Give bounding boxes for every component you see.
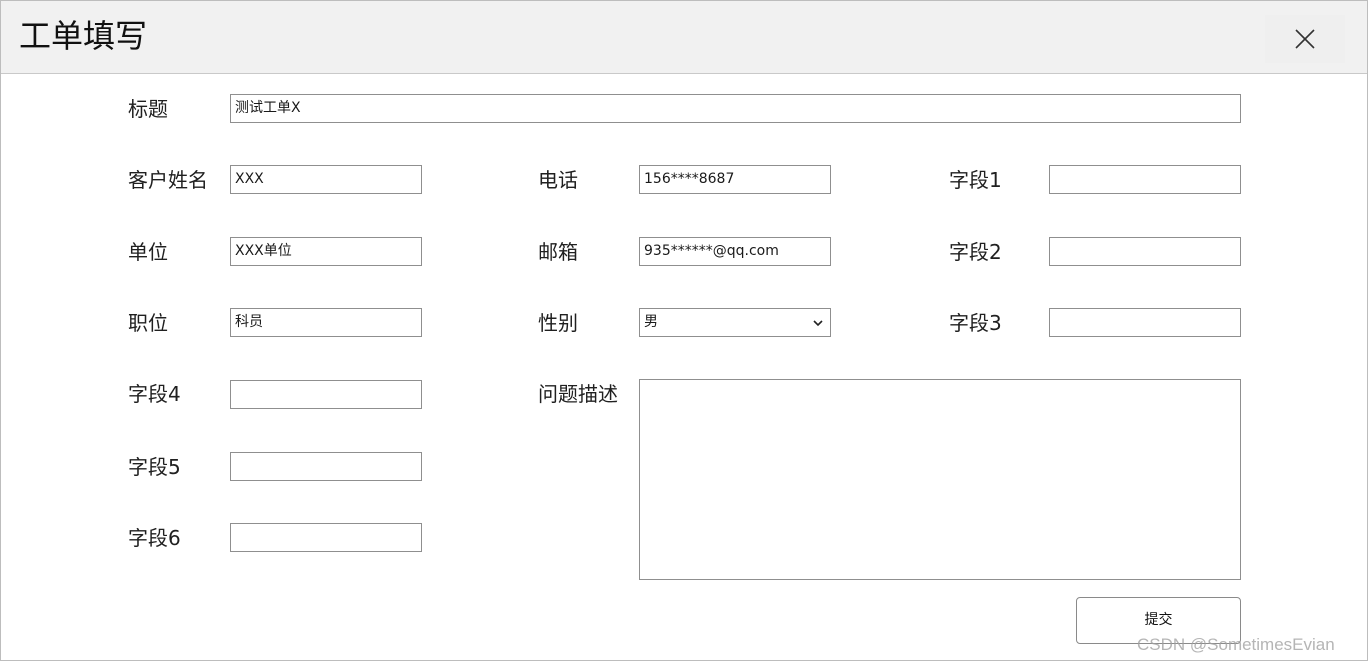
phone-label: 电话: [538, 168, 578, 192]
position-input[interactable]: 科员: [230, 308, 422, 337]
field5-input[interactable]: [230, 452, 422, 481]
position-label: 职位: [128, 311, 168, 335]
title-input[interactable]: 测试工单X: [230, 94, 1241, 123]
field4-input[interactable]: [230, 380, 422, 409]
dialog-title: 工单填写: [19, 17, 148, 55]
gender-selected-value: 男: [644, 314, 658, 330]
field6-input[interactable]: [230, 523, 422, 552]
field1-input[interactable]: [1049, 165, 1241, 194]
field2-input[interactable]: [1049, 237, 1241, 266]
description-label: 问题描述: [538, 382, 618, 406]
email-input[interactable]: 935******@qq.com: [639, 237, 831, 266]
field4-label: 字段4: [128, 382, 181, 406]
watermark: CSDN @SometimesEvian: [1137, 635, 1335, 654]
chevron-down-icon: [813, 320, 823, 327]
field5-label: 字段5: [128, 455, 181, 479]
dialog-titlebar: 工单填写: [1, 1, 1367, 74]
customer-name-label: 客户姓名: [128, 168, 208, 192]
field1-label: 字段1: [949, 168, 1002, 192]
email-label: 邮箱: [538, 240, 578, 264]
customer-name-input[interactable]: XXX: [230, 165, 422, 194]
unit-label: 单位: [128, 240, 168, 264]
close-button[interactable]: [1265, 15, 1345, 63]
phone-input[interactable]: 156****8687: [639, 165, 831, 194]
close-icon: [1295, 29, 1315, 49]
field2-label: 字段2: [949, 240, 1002, 264]
description-textarea[interactable]: [639, 379, 1241, 580]
field3-label: 字段3: [949, 311, 1002, 335]
gender-select[interactable]: 男: [639, 308, 831, 337]
gender-label: 性别: [538, 311, 578, 335]
field6-label: 字段6: [128, 526, 181, 550]
title-label: 标题: [128, 97, 168, 121]
field3-input[interactable]: [1049, 308, 1241, 337]
work-order-dialog: 工单填写 标题 测试工单X 客户姓名 XXX 电话 156****8687 字段…: [0, 0, 1368, 661]
unit-input[interactable]: XXX单位: [230, 237, 422, 266]
